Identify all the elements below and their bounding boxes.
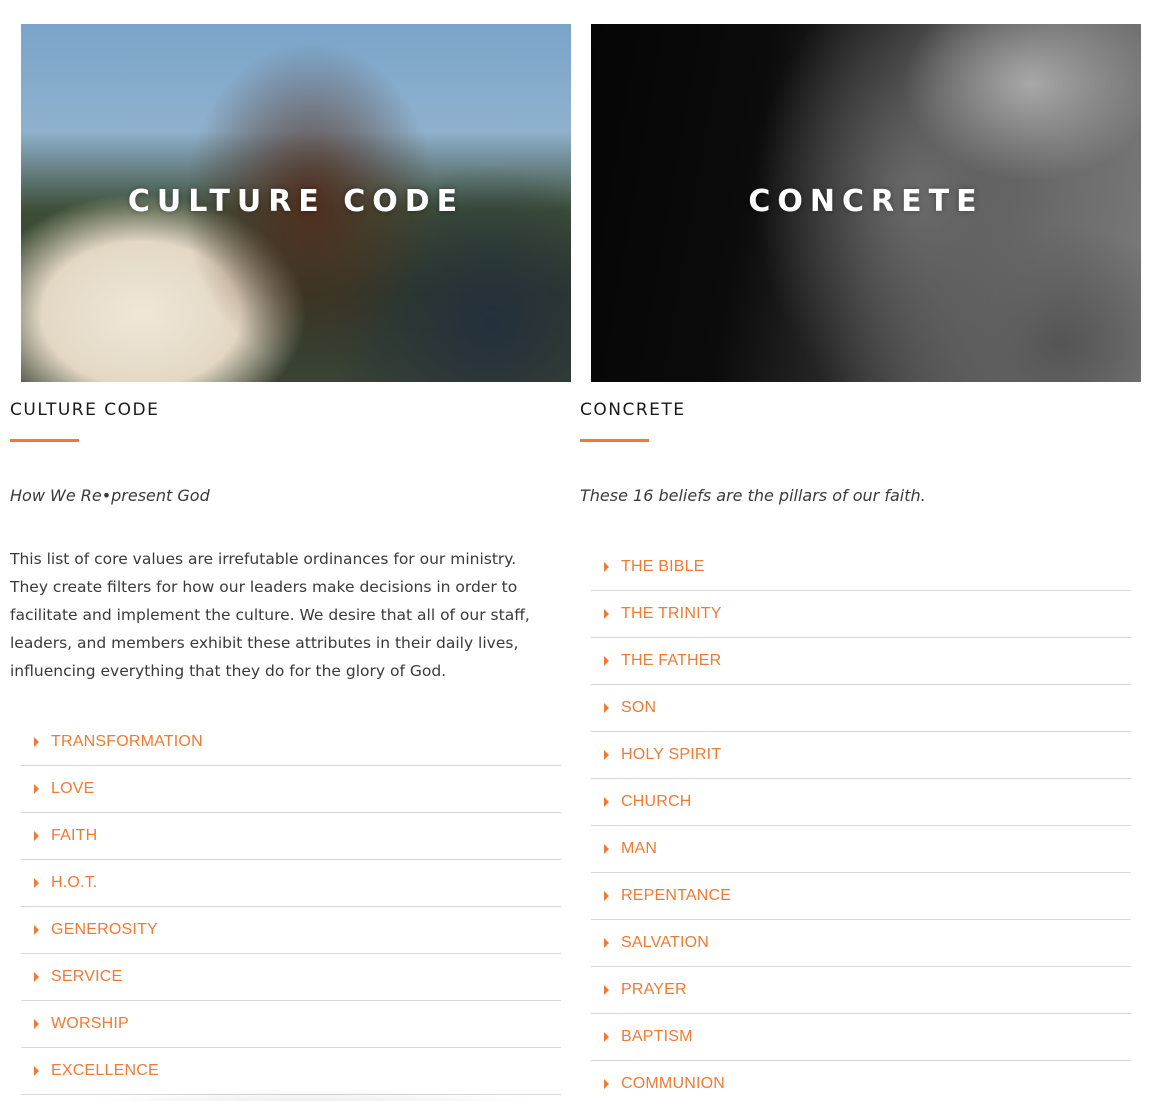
accordion-item-label: MAN bbox=[621, 840, 658, 857]
accordion-item-generosity[interactable]: GENEROSITY bbox=[21, 907, 561, 954]
accordion-item-prayer[interactable]: PRAYER bbox=[591, 967, 1131, 1014]
caret-right-icon bbox=[604, 891, 609, 901]
accordion-item-hot[interactable]: H.O.T. bbox=[21, 860, 561, 907]
caret-right-icon bbox=[604, 938, 609, 948]
accordion-item-transformation[interactable]: TRANSFORMATION bbox=[21, 719, 561, 766]
accordion-item-label: SERVICE bbox=[51, 968, 123, 985]
accordion-item-label: LOVE bbox=[51, 780, 95, 797]
caret-right-icon bbox=[604, 985, 609, 995]
accordion-item-service[interactable]: SERVICE bbox=[21, 954, 561, 1001]
culture-code-accordion: TRANSFORMATION LOVE FAITH H.O.T. GENEROS… bbox=[21, 719, 561, 1095]
accordion-item-excellence[interactable]: EXCELLENCE bbox=[21, 1048, 561, 1095]
accordion-item-faith[interactable]: FAITH bbox=[21, 813, 561, 860]
caret-right-icon bbox=[604, 609, 609, 619]
caret-right-icon bbox=[34, 1066, 39, 1076]
accordion-item-son[interactable]: SON bbox=[591, 685, 1131, 732]
caret-right-icon bbox=[604, 562, 609, 572]
accordion-item-label: PRAYER bbox=[621, 981, 687, 998]
caret-right-icon bbox=[34, 972, 39, 982]
caret-right-icon bbox=[34, 925, 39, 935]
accordion-item-label: SON bbox=[621, 699, 657, 716]
culture-code-heading: CULTURE CODE bbox=[10, 400, 160, 420]
caret-right-icon bbox=[34, 784, 39, 794]
concrete-banner[interactable]: CONCRETE bbox=[591, 24, 1141, 382]
caret-right-icon bbox=[34, 878, 39, 888]
concrete-banner-title: CONCRETE bbox=[748, 184, 984, 219]
accordion-item-man[interactable]: MAN bbox=[591, 826, 1131, 873]
culture-code-tagline: How We Re•present God bbox=[10, 486, 210, 505]
accordion-item-label: FAITH bbox=[51, 827, 98, 844]
accordion-item-label: TRANSFORMATION bbox=[51, 733, 203, 750]
accordion-item-label: CHURCH bbox=[621, 793, 692, 810]
accordion-item-communion[interactable]: COMMUNION bbox=[591, 1061, 1131, 1101]
accordion-item-label: BAPTISM bbox=[621, 1028, 693, 1045]
accordion-item-baptism[interactable]: BAPTISM bbox=[591, 1014, 1131, 1061]
accordion-item-repentance[interactable]: REPENTANCE bbox=[591, 873, 1131, 920]
caret-right-icon bbox=[604, 1079, 609, 1089]
accordion-item-label: THE FATHER bbox=[621, 652, 722, 669]
accordion-item-label: THE TRINITY bbox=[621, 605, 722, 622]
accordion-item-label: THE BIBLE bbox=[621, 558, 705, 575]
caret-right-icon bbox=[604, 797, 609, 807]
accordion-item-holy-spirit[interactable]: HOLY SPIRIT bbox=[591, 732, 1131, 779]
accordion-item-label: HOLY SPIRIT bbox=[621, 746, 722, 763]
accordion-item-worship[interactable]: WORSHIP bbox=[21, 1001, 561, 1048]
caret-right-icon bbox=[34, 831, 39, 841]
culture-code-banner[interactable]: CULTURE CODE bbox=[21, 24, 571, 382]
accordion-item-label: H.O.T. bbox=[51, 874, 98, 891]
caret-right-icon bbox=[604, 656, 609, 666]
caret-right-icon bbox=[604, 750, 609, 760]
caret-right-icon bbox=[34, 1019, 39, 1029]
accordion-item-label: WORSHIP bbox=[51, 1015, 129, 1032]
accordion-item-church[interactable]: CHURCH bbox=[591, 779, 1131, 826]
accordion-item-label: EXCELLENCE bbox=[51, 1062, 159, 1079]
caret-right-icon bbox=[604, 1032, 609, 1042]
culture-code-banner-title: CULTURE CODE bbox=[127, 184, 465, 219]
page: CULTURE CODE CULTURE CODE How We Re•pres… bbox=[0, 0, 1165, 1101]
concrete-tagline: These 16 beliefs are the pillars of our … bbox=[580, 486, 926, 505]
accordion-item-the-father[interactable]: THE FATHER bbox=[591, 638, 1131, 685]
accordion-item-love[interactable]: LOVE bbox=[21, 766, 561, 813]
accordion-item-the-bible[interactable]: THE BIBLE bbox=[591, 544, 1131, 591]
concrete-heading: CONCRETE bbox=[580, 400, 686, 420]
accordion-item-label: COMMUNION bbox=[621, 1075, 726, 1092]
accordion-item-label: REPENTANCE bbox=[621, 887, 732, 904]
concrete-accordion: THE BIBLE THE TRINITY THE FATHER SON HOL… bbox=[591, 544, 1131, 1101]
accordion-item-salvation[interactable]: SALVATION bbox=[591, 920, 1131, 967]
caret-right-icon bbox=[34, 737, 39, 747]
accordion-item-label: SALVATION bbox=[621, 934, 710, 951]
accordion-item-the-trinity[interactable]: THE TRINITY bbox=[591, 591, 1131, 638]
culture-code-intro: This list of core values are irrefutable… bbox=[10, 550, 530, 680]
caret-right-icon bbox=[604, 844, 609, 854]
concrete-heading-underline bbox=[580, 439, 649, 442]
culture-code-heading-underline bbox=[10, 439, 79, 442]
caret-right-icon bbox=[604, 703, 609, 713]
accordion-item-label: GENEROSITY bbox=[51, 921, 158, 938]
